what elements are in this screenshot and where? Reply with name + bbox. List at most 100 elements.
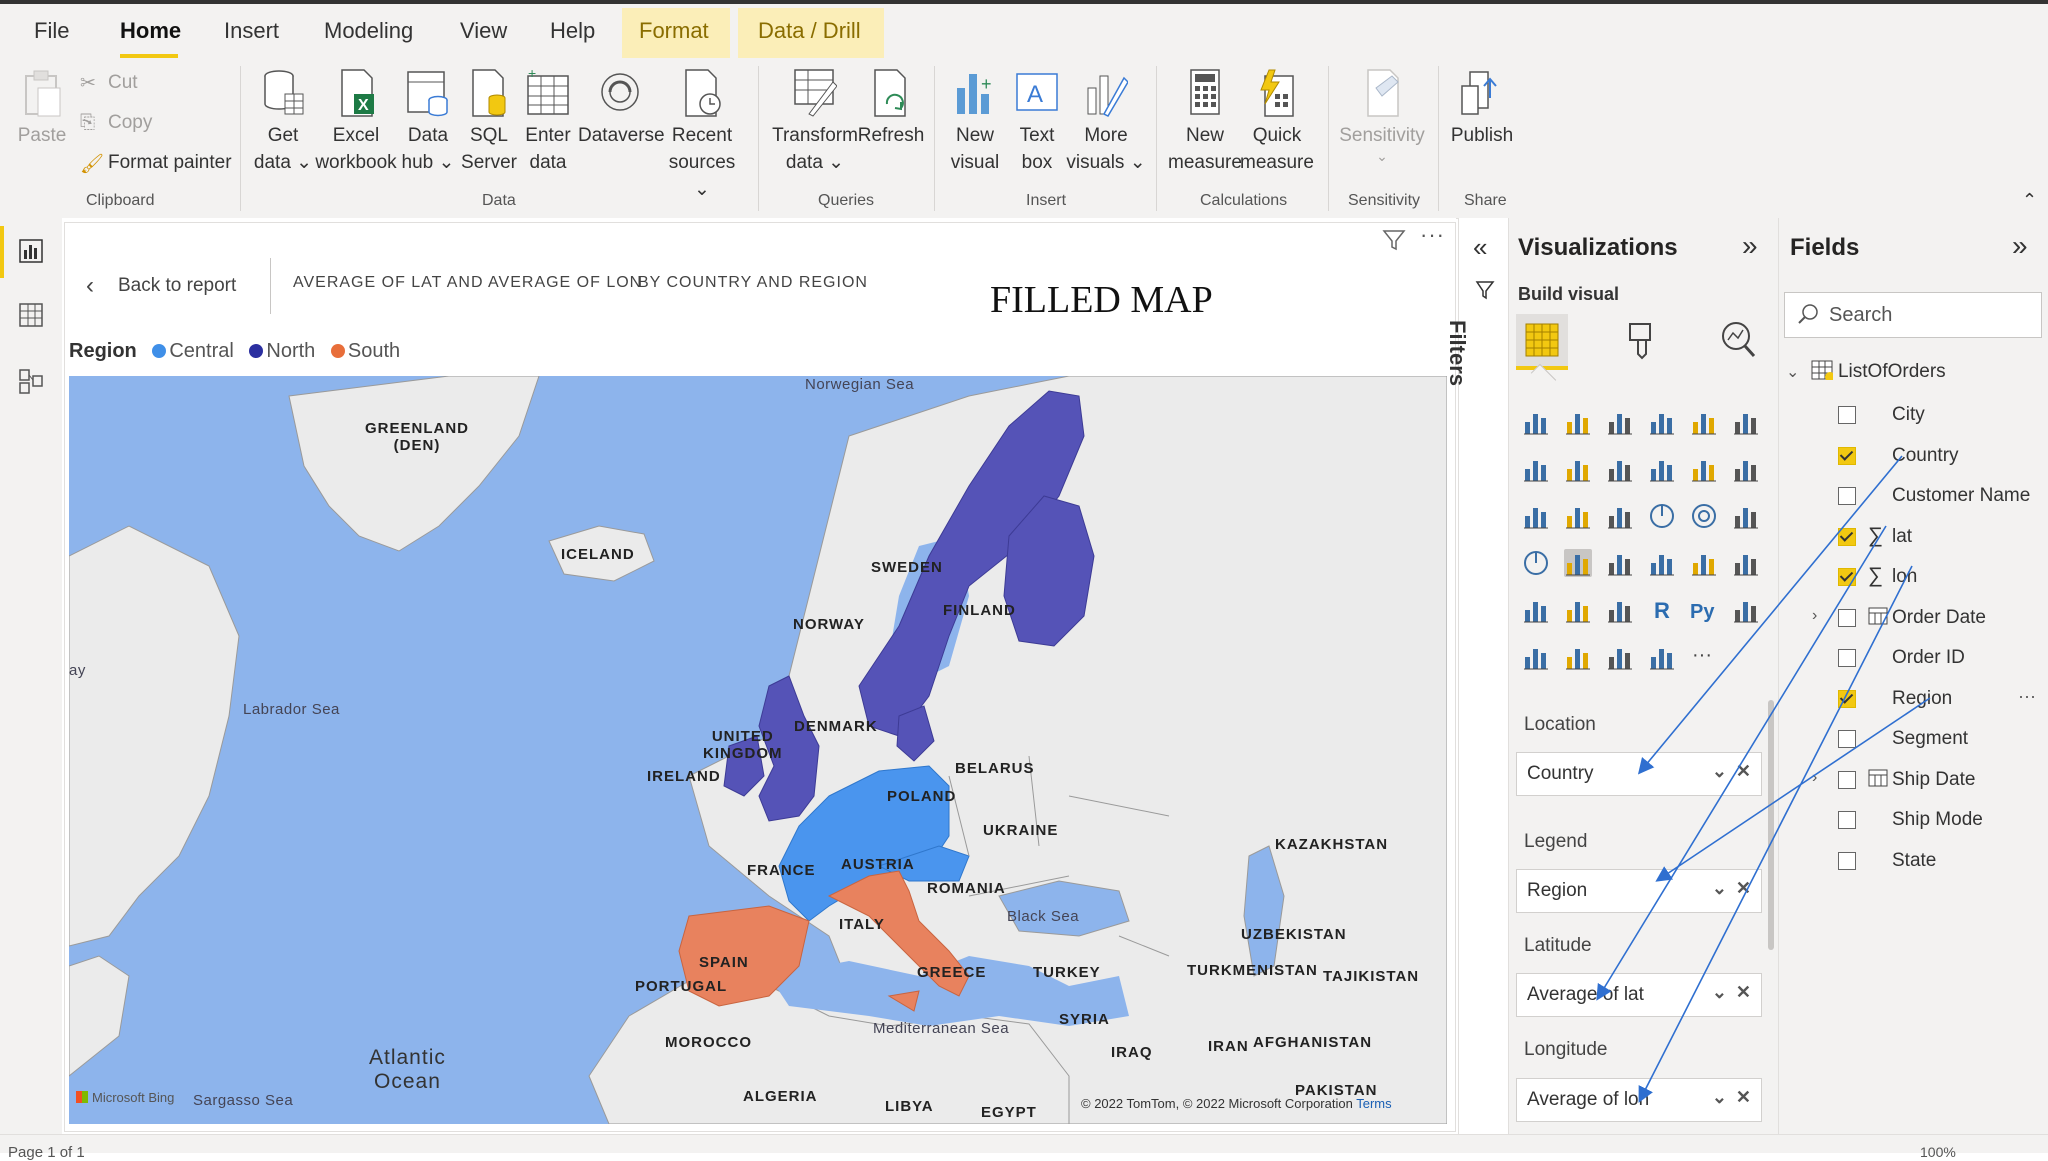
paste-button[interactable]: Paste [16,68,68,149]
latitude-well[interactable]: Average of lat ⌄ ✕ [1516,973,1762,1017]
more-visuals-ellipsis-icon[interactable]: ··· [1690,643,1718,671]
donut-icon[interactable] [1690,502,1718,530]
longitude-well[interactable]: Average of lon ⌄ ✕ [1516,1078,1762,1122]
copy-button[interactable]: ⎘ Copy [80,112,152,134]
r-visual-icon[interactable]: R [1648,596,1676,624]
stacked-column-icon[interactable] [1564,408,1592,436]
clustered-bar-icon[interactable] [1606,408,1634,436]
search-input[interactable] [1827,301,2031,329]
table-listoforders[interactable]: ⌄ ListOfOrders [1786,360,1946,383]
line-column-icon[interactable] [1648,455,1676,483]
pie-icon[interactable] [1648,502,1676,530]
treemap-icon[interactable] [1732,502,1760,530]
transform-data-button[interactable]: Transform data ⌄ [772,68,858,176]
collapse-visualizations-chevron-icon[interactable]: » [1742,230,1758,262]
map-icon[interactable] [1522,549,1550,577]
chevron-right-icon[interactable]: › [1812,769,1817,787]
gauge-icon[interactable] [1606,549,1634,577]
field-more-options-icon[interactable]: ··· [2018,686,2036,707]
menu-data-drill[interactable]: Data / Drill [758,18,861,44]
chevron-down-icon[interactable]: ⌄ [1786,364,1799,381]
sensitivity-button[interactable]: Sensitivity ⌄ [1336,68,1428,163]
paginated-report-icon[interactable] [1606,643,1634,671]
field-checkbox[interactable] [1838,406,1856,424]
chevron-down-icon[interactable]: ⌄ [1712,878,1727,899]
expand-filters-chevron-icon[interactable]: « [1473,232,1487,263]
field-checkbox[interactable] [1838,811,1856,829]
cut-button[interactable]: ✂ Cut [80,72,138,94]
location-well[interactable]: Country ⌄ ✕ [1516,752,1762,796]
chevron-right-icon[interactable]: › [1812,607,1817,625]
get-data-button[interactable]: Get data ⌄ [250,68,316,176]
card-icon[interactable] [1648,549,1676,577]
report-view-icon[interactable] [18,238,44,269]
remove-field-x-icon[interactable]: ✕ [1736,982,1751,1003]
terms-link[interactable]: Terms [1356,1096,1391,1111]
quick-measure-button[interactable]: Quick measure [1240,68,1314,176]
ribbon-chart-icon[interactable] [1732,455,1760,483]
menu-help[interactable]: Help [550,18,595,44]
remove-field-x-icon[interactable]: ✕ [1736,761,1751,782]
chevron-down-icon[interactable]: ⌄ [1712,982,1727,1003]
table-icon[interactable] [1564,596,1592,624]
fields-search-box[interactable] [1784,292,2042,338]
field-checkbox[interactable] [1838,851,1856,870]
kpi-icon[interactable] [1732,549,1760,577]
line-clustered-icon[interactable] [1690,455,1718,483]
field-checkbox[interactable] [1838,568,1856,586]
stacked-area-icon[interactable] [1606,455,1634,483]
tab-analytics[interactable] [1712,314,1764,366]
sql-server-button[interactable]: SQL Server [458,68,520,176]
100-bar-icon[interactable] [1690,408,1718,436]
chevron-down-icon[interactable]: ⌄ [1712,761,1727,782]
funnel-icon[interactable] [1564,502,1592,530]
menu-file[interactable]: File [34,18,69,44]
more-visuals-button[interactable]: More visuals ⌄ [1066,68,1146,176]
field-checkbox[interactable] [1838,608,1856,627]
remove-field-x-icon[interactable]: ✕ [1736,878,1751,899]
100-column-icon[interactable] [1732,408,1760,436]
field-checkbox[interactable] [1838,649,1856,667]
stacked-bar-icon[interactable] [1522,408,1550,436]
slicer-icon[interactable] [1522,596,1550,624]
more-options-icon[interactable]: ··· [1420,222,1445,248]
menu-home[interactable]: Home [120,18,181,44]
filter-icon[interactable] [1382,228,1406,257]
tab-build-visual[interactable] [1516,314,1568,370]
line-chart-icon[interactable] [1522,455,1550,483]
publish-button[interactable]: Publish [1448,68,1516,149]
visualizations-scrollbar[interactable] [1768,700,1774,950]
decomposition-tree-icon[interactable] [1522,643,1550,671]
menu-format[interactable]: Format [639,18,709,44]
data-view-icon[interactable] [18,302,44,333]
filled-map-icon[interactable] [1564,549,1592,577]
recent-sources-button[interactable]: Recent sources ⌄ [662,68,742,203]
field-checkbox[interactable] [1838,770,1856,789]
area-chart-icon[interactable] [1564,455,1592,483]
field-checkbox[interactable] [1838,487,1856,505]
field-checkbox[interactable] [1838,730,1856,748]
dataverse-button[interactable]: Dataverse [578,68,665,149]
back-to-report-button[interactable]: ‹ Back to report [86,272,236,300]
filters-pane-label[interactable]: Filters [1444,320,1470,386]
excel-workbook-button[interactable]: X Excel workbook [314,68,398,176]
multirow-card-icon[interactable] [1690,549,1718,577]
key-influencers-icon[interactable] [1732,596,1760,624]
field-checkbox[interactable] [1838,689,1856,708]
scatter-icon[interactable] [1606,502,1634,530]
field-checkbox[interactable] [1838,446,1856,465]
refresh-button[interactable]: Refresh [856,68,926,149]
tab-format-visual[interactable] [1616,314,1668,366]
menu-modeling[interactable]: Modeling [324,18,413,44]
enter-data-button[interactable]: + Enter data [518,65,578,176]
qa-icon[interactable] [1564,643,1592,671]
filled-map[interactable]: Norwegian Sea GREENLAND (DEN) ICELAND SW… [69,376,1447,1124]
data-hub-button[interactable]: Data hub ⌄ [396,68,460,176]
menu-insert[interactable]: Insert [224,18,279,44]
text-box-button[interactable]: A Text box [1010,68,1064,176]
new-visual-button[interactable]: + New visual [948,68,1002,176]
legend-well[interactable]: Region ⌄ ✕ [1516,869,1762,913]
format-painter-button[interactable]: 🖌 Format painter [80,152,232,175]
field-checkbox[interactable] [1838,527,1856,546]
new-measure-button[interactable]: New measure [1168,68,1242,176]
